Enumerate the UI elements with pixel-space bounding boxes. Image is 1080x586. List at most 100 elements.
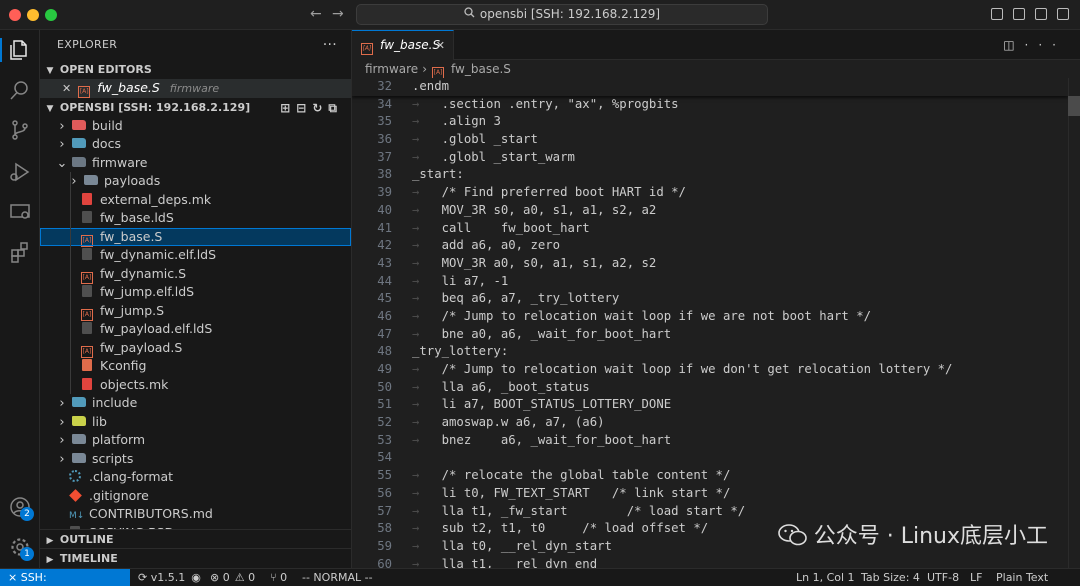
new-file-icon[interactable]: ⊞ [280, 101, 296, 115]
ports-indicator[interactable]: ⑂ 0 [270, 569, 287, 586]
code-line[interactable]: 39 → /* Find preferred boot HART id */ [352, 184, 1068, 202]
toggle-secondary-sidebar-icon[interactable] [1035, 8, 1047, 20]
search-icon [464, 5, 475, 24]
split-editor-icon[interactable]: ◫ [1003, 38, 1024, 52]
explorer-more-button[interactable]: ··· [323, 30, 337, 60]
open-editor-item[interactable]: ✕ [A] fw_base.S firmware [40, 79, 351, 98]
workspace-section[interactable]: ▼ OPENSBI [SSH: 192.168.2.129] ⊞⊟↻⧉ [40, 98, 351, 117]
close-icon[interactable]: ✕ [62, 82, 71, 95]
back-arrow-icon[interactable]: ← [310, 6, 322, 22]
new-folder-icon[interactable]: ⊟ [296, 101, 312, 115]
code-line[interactable]: 36 → .globl _start [352, 131, 1068, 149]
close-window-button[interactable] [9, 9, 21, 21]
tree-item[interactable]: › platform [40, 431, 351, 450]
code-line[interactable]: 52 → amoswap.w a6, a7, (a6) [352, 414, 1068, 432]
forward-arrow-icon[interactable]: → [332, 6, 344, 22]
code-line[interactable]: 41 → call fw_boot_hart [352, 220, 1068, 238]
breadcrumb-file[interactable]: fw_base.S [451, 62, 511, 76]
tree-item[interactable]: Kconfig [40, 357, 351, 376]
line-number: 35 [377, 114, 392, 129]
command-center[interactable]: opensbi [SSH: 192.168.2.129] [356, 4, 768, 25]
code-line[interactable]: 43 → MOV_3R a0, s0, a1, s1, a2, s2 [352, 255, 1068, 273]
remote-indicator[interactable]: ⨯ SSH: 192.168.2.129 [0, 569, 130, 586]
source-control-icon[interactable] [8, 118, 32, 142]
toggle-primary-sidebar-icon[interactable] [991, 8, 1003, 20]
tree-item[interactable]: › lib [40, 413, 351, 432]
open-editors-section[interactable]: ▼ OPEN EDITORS [40, 60, 351, 79]
tree-item[interactable]: fw_payload.elf.ldS [40, 320, 351, 339]
explorer-files-icon[interactable] [8, 38, 32, 62]
code-line[interactable]: 53 → bnez a6, _wait_for_boot_hart [352, 432, 1068, 450]
tree-item[interactable]: fw_dynamic.elf.ldS [40, 246, 351, 265]
tree-item[interactable]: [A] fw_dynamic.S [40, 264, 351, 284]
tree-item[interactable]: fw_jump.elf.ldS [40, 283, 351, 302]
more-actions-icon[interactable]: ··· [1025, 38, 1066, 52]
search-view-icon[interactable] [8, 78, 32, 102]
encoding[interactable]: UTF-8 [927, 569, 959, 586]
toggle-panel-icon[interactable] [1013, 8, 1025, 20]
tree-item[interactable]: objects.mk [40, 375, 351, 394]
tree-item[interactable]: ⌄ firmware [40, 154, 351, 173]
code-line[interactable]: 45 → beq a6, a7, _try_lottery [352, 290, 1068, 308]
tree-item[interactable]: [A] fw_payload.S [40, 338, 351, 358]
refresh-icon[interactable]: ↻ [312, 101, 328, 115]
run-debug-icon[interactable] [8, 160, 32, 184]
file-icon [82, 285, 92, 297]
line-number: 47 [377, 326, 392, 341]
code-line[interactable]: 34 → .section .entry, "ax", %progbits [352, 96, 1068, 114]
code-editor[interactable]: 32 .endm 34 → .section .entry, "ax", %prog… [352, 78, 1068, 568]
end-of-line[interactable]: LF [970, 569, 982, 586]
language-mode[interactable]: Plain Text [996, 569, 1048, 586]
code-line[interactable]: 49 → /* Jump to relocation wait loop if w… [352, 361, 1068, 379]
extension-version[interactable]: ⟳ v1.5.1 ◉ [138, 569, 201, 586]
tree-item[interactable]: [A] fw_jump.S [40, 301, 351, 321]
code-line[interactable]: 60 → lla t1, __rel_dyn_end [352, 556, 1068, 568]
code-line[interactable]: 55 → /* relocate the global table content… [352, 467, 1068, 485]
tree-item[interactable]: [A] fw_base.S [40, 227, 351, 247]
extensions-icon[interactable] [8, 240, 32, 264]
tab-whitespace-marker: → [412, 485, 442, 500]
code-line[interactable]: 40 → MOV_3R s0, a0, s1, a1, s2, a2 [352, 202, 1068, 220]
tree-item[interactable]: › include [40, 394, 351, 413]
code-line[interactable]: 42 → add a6, a0, zero [352, 237, 1068, 255]
code-line[interactable]: 54 [352, 449, 1068, 467]
outline-section[interactable]: ▶ OUTLINE [40, 529, 351, 548]
tab-whitespace-marker: → [412, 308, 442, 323]
explorer-header: EXPLORER ··· [40, 30, 351, 60]
minimize-window-button[interactable] [27, 9, 39, 21]
close-tab-icon[interactable]: ✕ [436, 31, 445, 60]
code-line[interactable]: 44 → li a7, -1 [352, 273, 1068, 291]
scrollbar-thumb[interactable] [1068, 96, 1080, 116]
code-line[interactable]: 38 _start: [352, 166, 1068, 184]
tree-item[interactable]: fw_base.ldS [40, 209, 351, 228]
tree-item[interactable]: › build [40, 117, 351, 136]
tree-item[interactable]: M↓ CONTRIBUTORS.md [40, 505, 351, 524]
remote-explorer-icon[interactable] [8, 200, 32, 224]
editor-scrollbar[interactable] [1068, 78, 1080, 568]
error-count: 0 [222, 571, 230, 584]
timeline-section[interactable]: ▶ TIMELINE [40, 548, 351, 567]
breadcrumb-folder[interactable]: firmware [365, 62, 418, 76]
tree-item[interactable]: › payloads [40, 172, 351, 191]
cursor-position[interactable]: Ln 1, Col 1 [796, 569, 855, 586]
tree-item[interactable]: .gitignore [40, 487, 351, 506]
zoom-window-button[interactable] [45, 9, 57, 21]
tab-fw-base-s[interactable]: [A] fw_base.S ✕ [352, 30, 454, 60]
problems-indicator[interactable]: ⊗ 0 ⚠ 0 [210, 569, 255, 586]
code-line[interactable]: 47 → bne a0, a6, _wait_for_boot_hart [352, 326, 1068, 344]
code-line[interactable]: 50 → lla a6, _boot_status [352, 379, 1068, 397]
tree-item[interactable]: › scripts [40, 450, 351, 469]
tree-item[interactable]: external_deps.mk [40, 190, 351, 209]
tree-item[interactable]: › docs [40, 135, 351, 154]
tree-item[interactable]: .clang-format [40, 468, 351, 487]
sticky-scroll-line[interactable]: 32 .endm [352, 78, 1068, 96]
code-line[interactable]: 46 → /* Jump to relocation wait loop if w… [352, 308, 1068, 326]
customize-layout-icon[interactable] [1057, 8, 1069, 20]
indentation[interactable]: Tab Size: 4 [861, 569, 920, 586]
collapse-all-icon[interactable]: ⧉ [328, 101, 343, 115]
code-line[interactable]: 48 _try_lottery: [352, 343, 1068, 361]
code-line[interactable]: 37 → .globl _start_warm [352, 149, 1068, 167]
code-line[interactable]: 56 → li t0, FW_TEXT_START /* link start *… [352, 485, 1068, 503]
code-line[interactable]: 35 → .align 3 [352, 113, 1068, 131]
code-line[interactable]: 51 → li a7, BOOT_STATUS_LOTTERY_DONE [352, 396, 1068, 414]
